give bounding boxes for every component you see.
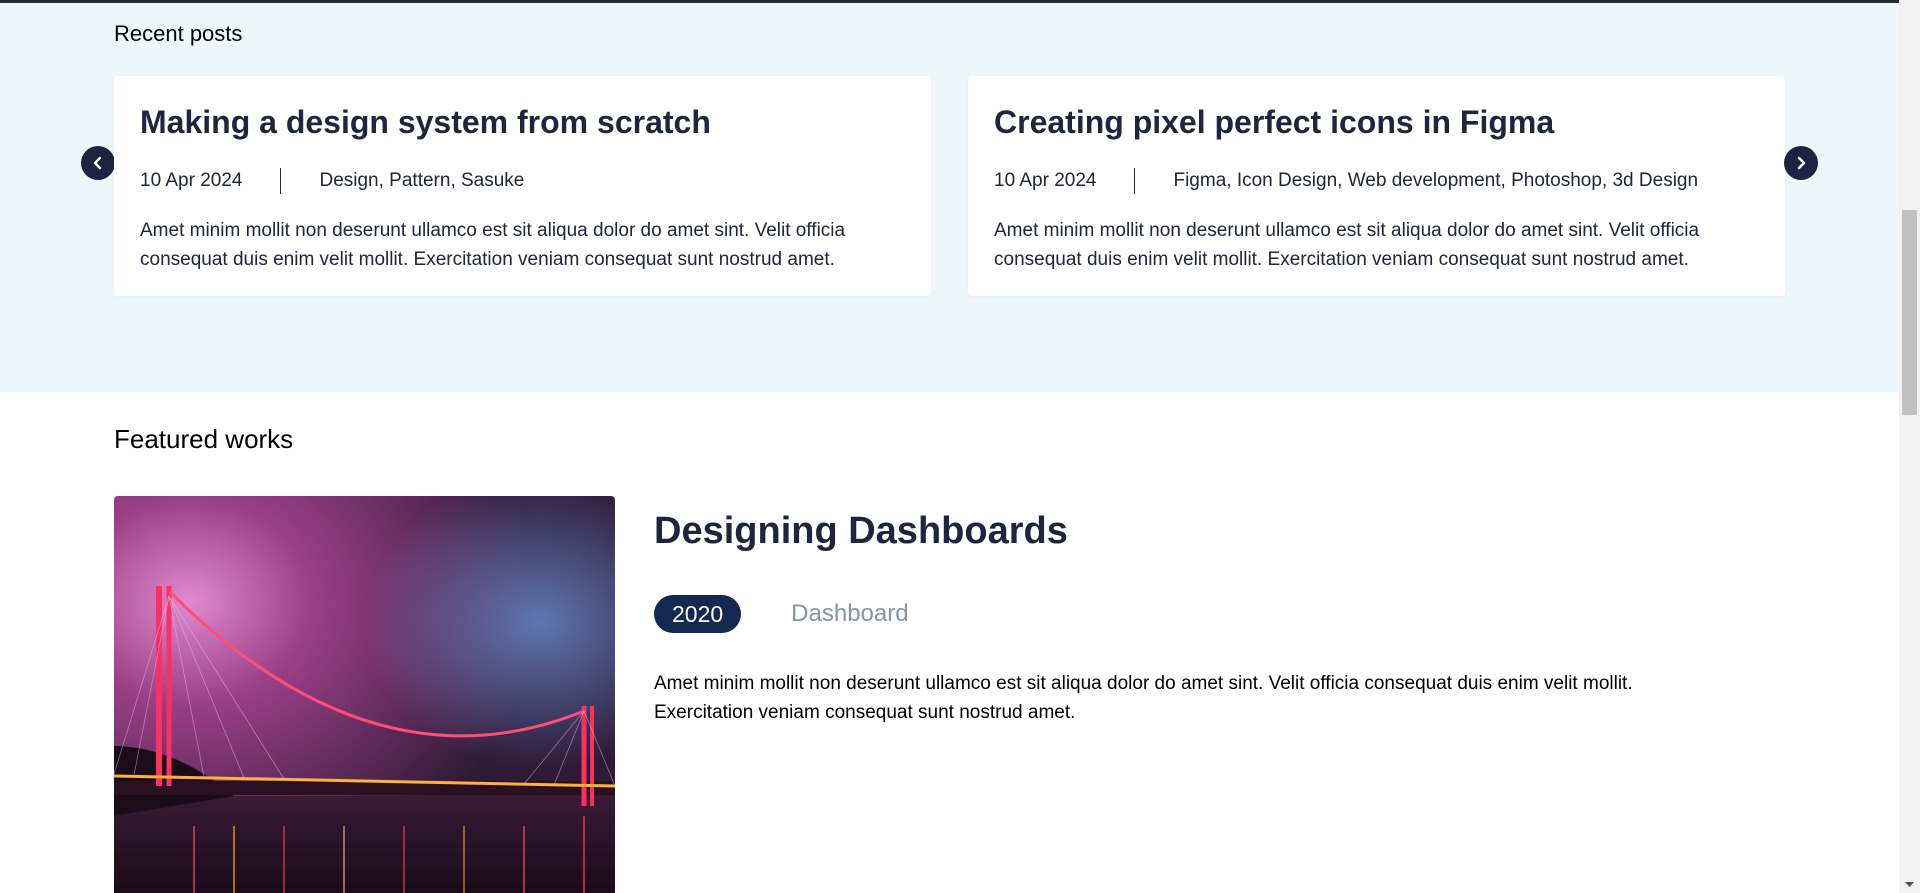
chevron-left-icon <box>93 156 102 170</box>
work-thumbnail[interactable] <box>114 496 615 893</box>
scroll-down-arrow-icon[interactable] <box>1899 876 1920 893</box>
vertical-scrollbar[interactable] <box>1899 0 1920 893</box>
page: Recent posts Making a design system from… <box>0 0 1920 893</box>
post-card[interactable]: Making a design system from scratch 10 A… <box>114 76 931 296</box>
work-description: Amet minim mollit non deserunt ullamco e… <box>654 673 1633 723</box>
meta-divider <box>280 168 282 194</box>
post-date: 10 Apr 2024 <box>140 170 243 191</box>
post-title[interactable]: Creating pixel perfect icons in Figma <box>994 104 1554 141</box>
chevron-right-icon <box>1797 156 1806 170</box>
post-meta: 10 Apr 2024 Design, Pattern, Sasuke <box>140 168 524 194</box>
post-tags: Figma, Icon Design, Web development, Pho… <box>1173 170 1699 191</box>
work-meta: 2020 Dashboard <box>654 595 909 633</box>
post-card[interactable]: Creating pixel perfect icons in Figma 10… <box>968 76 1785 296</box>
featured-works-section: Featured works Designing Dashboards 2020… <box>0 392 1899 893</box>
meta-divider <box>1134 168 1136 194</box>
recent-posts-section: Recent posts Making a design system from… <box>0 3 1899 392</box>
recent-posts-heading: Recent posts <box>114 21 243 46</box>
post-date: 10 Apr 2024 <box>994 170 1097 191</box>
year-badge: 2020 <box>654 595 742 633</box>
post-excerpt: Amet minim mollit non deserunt ullamco e… <box>994 220 1700 270</box>
carousel-next-button[interactable] <box>1784 146 1818 180</box>
post-meta: 10 Apr 2024 Figma, Icon Design, Web deve… <box>994 168 1698 194</box>
post-tags: Design, Pattern, Sasuke <box>319 170 525 191</box>
work-title[interactable]: Designing Dashboards <box>654 510 1068 553</box>
post-excerpt: Amet minim mollit non deserunt ullamco e… <box>140 220 846 270</box>
scrollbar-thumb[interactable] <box>1902 210 1917 415</box>
bridge-night-image <box>114 496 615 893</box>
work-category: Dashboard <box>791 600 909 627</box>
post-title[interactable]: Making a design system from scratch <box>140 104 711 141</box>
carousel-prev-button[interactable] <box>81 146 115 180</box>
featured-works-heading: Featured works <box>114 424 294 454</box>
